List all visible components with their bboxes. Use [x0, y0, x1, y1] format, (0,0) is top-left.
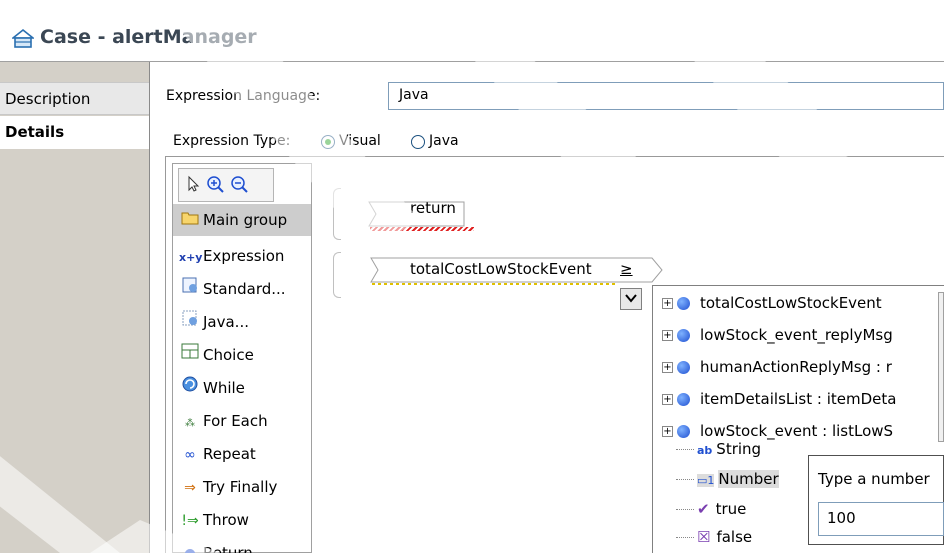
palette-item-while[interactable]: While: [173, 372, 311, 404]
number-input[interactable]: 100: [818, 502, 944, 536]
x-box-icon: ☒: [697, 528, 711, 546]
java-icon: [179, 307, 201, 339]
variable-icon: [677, 393, 690, 406]
while-icon: [179, 373, 201, 405]
variable-icon: [677, 361, 690, 374]
standard-icon: [179, 274, 201, 306]
expression-language-label: Expression Language:: [166, 88, 321, 104]
java-radio-label[interactable]: Java: [429, 133, 459, 149]
list-item[interactable]: + humanActionReplyMsg : r: [662, 351, 944, 383]
return-statement[interactable]: return: [410, 199, 456, 217]
return-icon: ●: [179, 538, 201, 553]
number-popup-label: Type a number: [818, 470, 930, 488]
page-title: Case - alertManager: [40, 26, 257, 48]
tree-connector: [676, 537, 694, 538]
palette-item-java[interactable]: Java...: [173, 306, 311, 338]
radio-selected-dot: [325, 139, 331, 145]
java-radio[interactable]: [411, 135, 425, 149]
for-each-icon: ⁂: [185, 418, 195, 429]
list-item-number[interactable]: ▭1 Number: [676, 463, 800, 495]
expression-language-field[interactable]: Java: [388, 82, 944, 110]
number-icon: ▭1: [697, 474, 715, 487]
palette-item-main-group[interactable]: Main group: [173, 204, 311, 236]
string-icon: ab: [697, 444, 713, 457]
palette-item-expression[interactable]: x+yExpression: [173, 240, 311, 272]
palette-item-for-each[interactable]: ⁂ For Each: [173, 405, 311, 437]
expand-icon[interactable]: +: [662, 330, 673, 341]
tree-connector: [676, 449, 694, 450]
check-icon: ✔: [697, 500, 710, 518]
zoom-in-icon[interactable]: [206, 175, 226, 195]
tab-details[interactable]: Details: [0, 116, 149, 149]
visual-radio[interactable]: [321, 135, 335, 149]
operator-selector[interactable]: ≥: [620, 260, 633, 278]
try-finally-icon: ⇒: [184, 480, 196, 496]
expand-icon[interactable]: +: [662, 298, 673, 309]
list-item[interactable]: + lowStock_event_replyMsg: [662, 319, 944, 351]
list-item[interactable]: + totalCostLowStockEvent: [662, 287, 944, 319]
expression-variable[interactable]: totalCostLowStockEvent: [410, 260, 592, 278]
zoom-out-icon[interactable]: [230, 175, 250, 195]
dropdown-toggle[interactable]: [620, 288, 642, 310]
case-icon: [12, 28, 34, 48]
variable-icon: [677, 329, 690, 342]
expand-icon[interactable]: +: [662, 362, 673, 373]
expand-icon[interactable]: +: [662, 426, 673, 437]
palette-item-repeat[interactable]: ∞ Repeat: [173, 438, 311, 470]
palette-item-throw[interactable]: !⇒ Throw: [173, 504, 311, 536]
statement-bracket: [333, 252, 341, 298]
error-underline: [370, 227, 474, 231]
palette-item-try-finally[interactable]: ⇒ Try Finally: [173, 471, 311, 503]
choice-icon: [179, 340, 201, 372]
expand-icon[interactable]: +: [662, 394, 673, 405]
expression-icon: x+y: [179, 251, 203, 264]
palette-item-choice[interactable]: Choice: [173, 339, 311, 371]
dropdown-scrollbar[interactable]: [938, 292, 944, 442]
tree-connector: [676, 479, 694, 480]
throw-icon: !⇒: [181, 513, 199, 529]
expression-type-label: Expression Type:: [173, 133, 291, 149]
statement-bracket: [333, 188, 341, 240]
list-item[interactable]: + itemDetailsList : itemDeta: [662, 383, 944, 415]
repeat-icon: ∞: [184, 447, 196, 463]
palette-item-return[interactable]: ●Return: [173, 537, 311, 553]
variable-icon: [677, 297, 690, 310]
palette-item-standard[interactable]: Standard...: [173, 273, 311, 305]
folder-icon: [179, 205, 201, 237]
visual-radio-label[interactable]: Visual: [339, 133, 381, 149]
tree-connector: [676, 509, 694, 510]
chevron-down-icon: [625, 294, 637, 303]
select-arrow-icon[interactable]: [184, 175, 204, 195]
tab-description[interactable]: Description: [0, 82, 149, 115]
warning-underline: [372, 283, 618, 285]
